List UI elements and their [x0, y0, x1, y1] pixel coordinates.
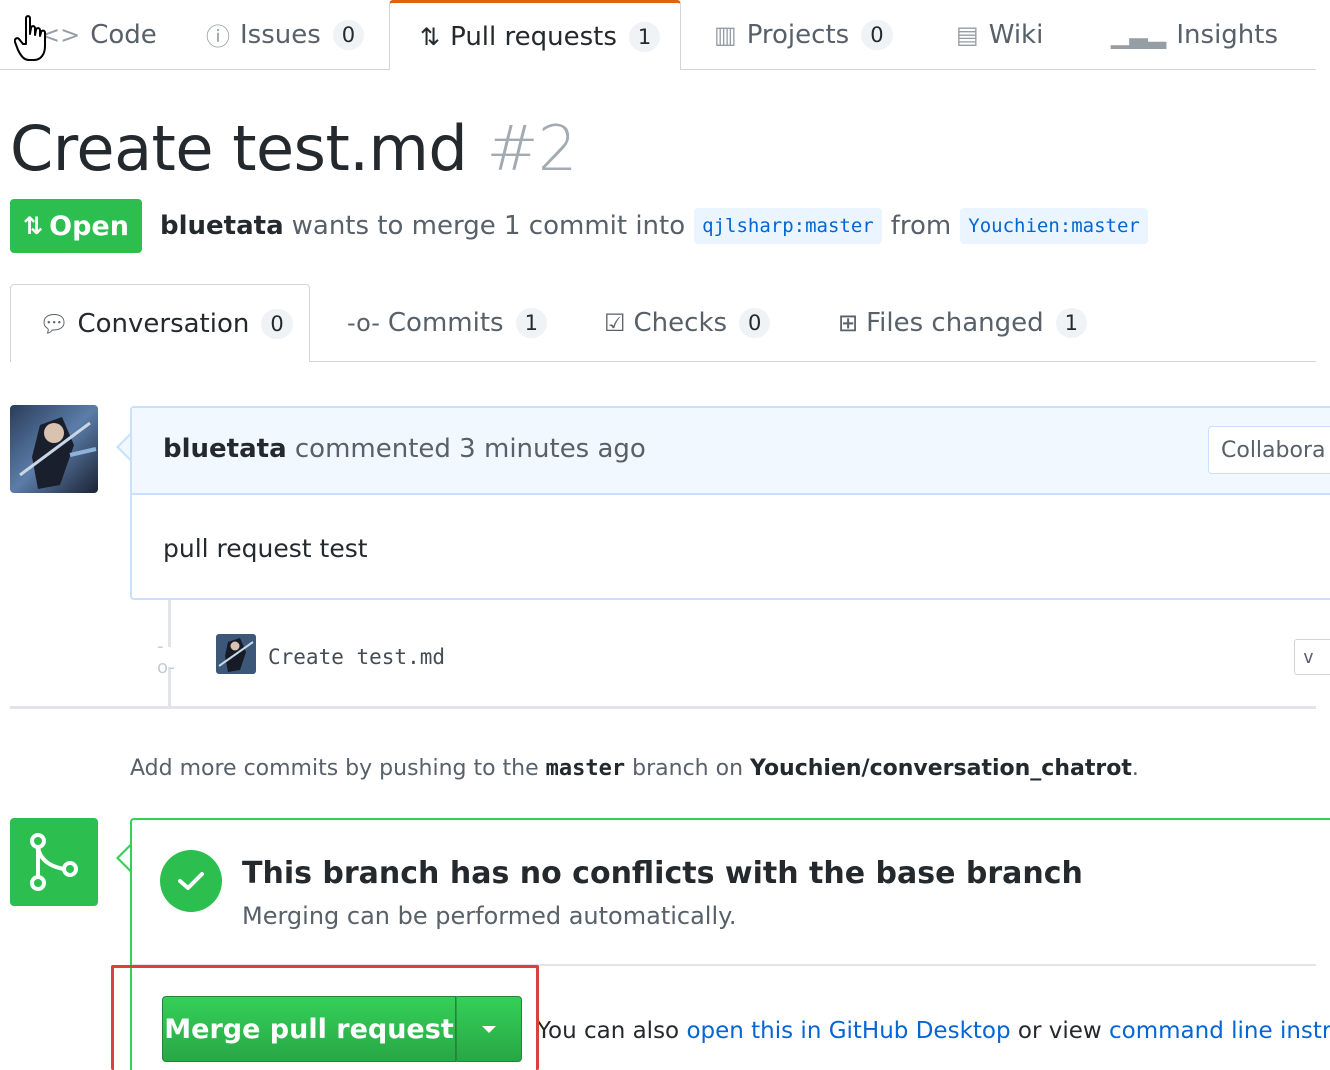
git-merge-icon: [10, 818, 98, 906]
push-hint: Add more commits by pushing to the maste…: [130, 756, 1139, 781]
tab-label: Commits: [387, 307, 504, 338]
head-branch-ref[interactable]: Youchien:master: [960, 208, 1148, 244]
push-hint-branch: master: [545, 756, 626, 781]
checks-counter: 0: [739, 307, 771, 338]
alt-middle: or view: [1017, 1018, 1102, 1044]
project-icon: ▥: [714, 20, 737, 49]
repo-tab-label: Code: [90, 19, 157, 50]
merge-alternatives: You can also open this in GitHub Desktop…: [537, 1018, 1330, 1044]
check-circle-icon: [160, 850, 222, 912]
collaborator-label: Collabora: [1208, 426, 1330, 474]
merge-status-subtext: Merging can be performed automatically.: [242, 902, 737, 930]
repo-tab-label: Issues: [240, 19, 321, 50]
commit-message-link[interactable]: Create test.md: [268, 645, 445, 669]
tab-checks[interactable]: ☑ Checks 0: [604, 284, 771, 361]
diff-icon: ⊞: [838, 308, 859, 337]
issues-counter: 0: [332, 19, 365, 50]
tab-label: Files changed: [866, 307, 1044, 338]
merge-text: wants to merge 1 commit into: [291, 211, 686, 241]
comment-header: bluetata commented 3 minutes ago Collabo…: [132, 408, 1330, 495]
comment-arrow: [116, 432, 132, 462]
checklist-icon: ☑: [604, 308, 626, 337]
graph-icon: ▁▃▂: [1111, 20, 1167, 49]
from-text: from: [890, 211, 952, 241]
repo-tab-label: Wiki: [988, 19, 1044, 50]
git-pull-request-icon: ⇅: [23, 212, 44, 240]
conversation-counter: 0: [261, 308, 293, 339]
repo-tab-label: Projects: [746, 19, 850, 50]
alt-prefix: You can also: [537, 1018, 680, 1044]
comment-body: pull request test: [163, 534, 368, 563]
tab-files-changed[interactable]: ⊞ Files changed 1: [838, 284, 1087, 361]
tab-conversation[interactable]: 💬︎ Conversation 0: [10, 284, 310, 362]
repo-tab-insights[interactable]: ▁▃▂ Insights: [1111, 0, 1278, 69]
pr-state-label: Open: [49, 210, 129, 242]
pr-number: #2: [486, 112, 577, 185]
open-in-desktop-link[interactable]: open this in GitHub Desktop: [686, 1018, 1010, 1044]
pr-merge-meta: bluetata wants to merge 1 commit into qj…: [160, 208, 1157, 244]
issue-opened-icon: ⓘ: [206, 23, 230, 51]
pr-author-link[interactable]: bluetata: [160, 211, 284, 241]
page-title: Create test.md #2: [10, 112, 577, 185]
comment-discussion-icon: 💬︎: [39, 309, 70, 338]
repo-tab-label: Insights: [1176, 19, 1279, 50]
commits-counter: 1: [515, 307, 547, 338]
repo-tab-issues[interactable]: ⓘ Issues 0: [206, 0, 365, 69]
tab-commits[interactable]: -o- Commits 1: [347, 284, 547, 361]
hand-cursor-icon: [14, 15, 46, 61]
push-hint-prefix: Add more commits by pushing to the: [130, 756, 539, 781]
merge-status-heading: This branch has no conflicts with the ba…: [242, 856, 1083, 891]
files-changed-counter: 1: [1055, 307, 1087, 338]
pr-state-badge: ⇅ Open: [10, 199, 142, 253]
avatar[interactable]: [10, 405, 98, 493]
git-commit-icon: -o-: [347, 308, 380, 337]
commit-sha-link[interactable]: v: [1294, 639, 1330, 675]
repo-tab-label: Pull requests: [450, 21, 617, 52]
commit-author-avatar[interactable]: [216, 634, 256, 674]
comment-timestamp[interactable]: commented 3 minutes ago: [295, 434, 646, 464]
command-line-instructions-link[interactable]: command line instructio: [1109, 1018, 1330, 1044]
merge-arrow: [116, 843, 132, 873]
projects-counter: 0: [861, 19, 893, 50]
tab-label: Conversation: [77, 308, 250, 339]
repo-tab-pull-requests[interactable]: ⇅ Pull requests 1: [389, 0, 681, 70]
book-icon: ▤: [956, 20, 979, 49]
timeline-end-divider: [10, 706, 1316, 709]
annotation-highlight-box: [111, 965, 539, 1070]
tab-label: Checks: [633, 307, 728, 338]
pr-title: Create test.md: [10, 112, 468, 185]
repo-nav: <> Code ⓘ Issues 0 ⇅ Pull requests 1 ▥ P…: [0, 0, 1316, 70]
push-hint-repo: Youchien/conversation_chatrot: [750, 756, 1132, 781]
pull-requests-counter: 1: [628, 21, 661, 52]
comment-header-text: bluetata commented 3 minutes ago: [163, 434, 646, 464]
repo-tab-wiki[interactable]: ▤ Wiki: [956, 0, 1043, 69]
push-hint-suffix: .: [1131, 756, 1139, 781]
pr-tabnav: 💬︎ Conversation 0 -o- Commits 1 ☑ Checks…: [10, 284, 1316, 362]
timeline-comment: bluetata commented 3 minutes ago Collabo…: [130, 406, 1330, 600]
push-hint-middle: branch on: [632, 756, 744, 781]
base-branch-ref[interactable]: qjlsharp:master: [694, 208, 882, 244]
repo-tab-code[interactable]: <> Code: [40, 0, 157, 69]
git-commit-icon: -o-: [157, 636, 181, 678]
repo-tab-projects[interactable]: ▥ Projects 0: [714, 0, 893, 69]
comment-author-link[interactable]: bluetata: [163, 434, 287, 464]
git-pull-request-icon: ⇅: [420, 22, 441, 51]
